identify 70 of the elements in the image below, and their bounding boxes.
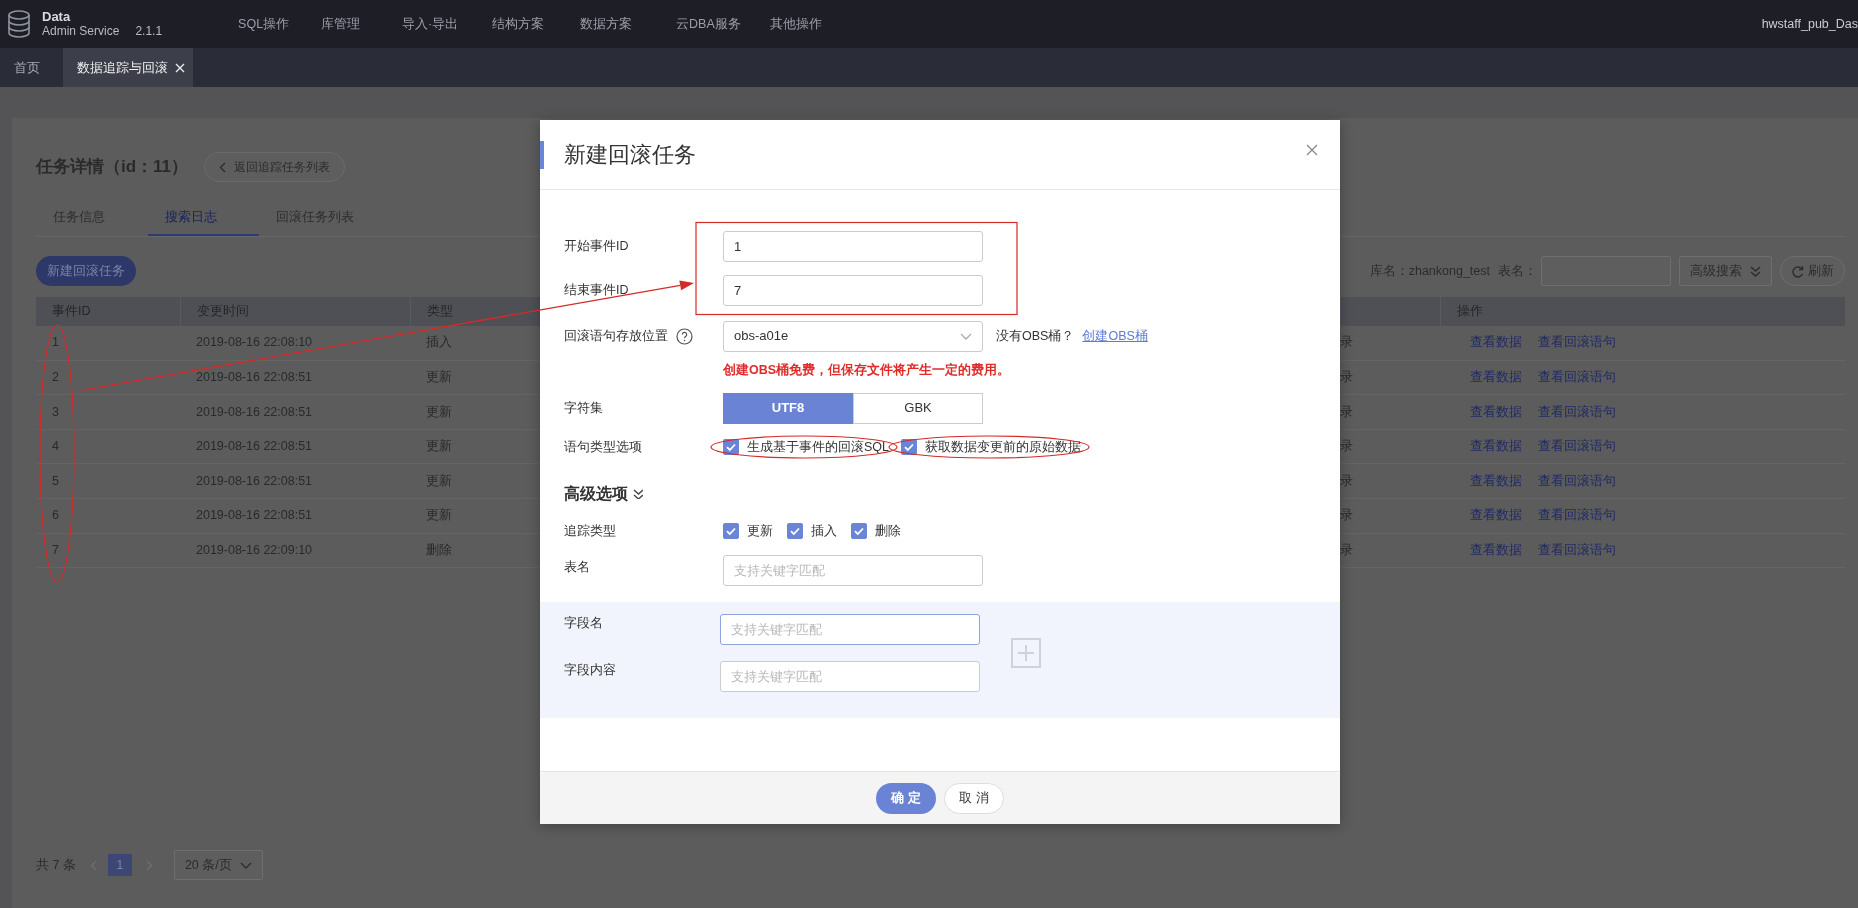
- input-field[interactable]: 支持关键字匹配: [720, 614, 980, 645]
- field-label: 表名: [564, 559, 591, 576]
- table-link[interactable]: 查看数据: [1470, 471, 1522, 491]
- hint-text: 没有OBS桶？: [996, 327, 1075, 345]
- warning-text: 创建OBS桶免费，但保存文件将产生一定的费用。: [723, 361, 1011, 379]
- table-link[interactable]: 查看数据: [1470, 333, 1522, 353]
- dialog-title: 新建回滚任务: [564, 141, 696, 169]
- table-link[interactable]: 查看回滚语句: [1538, 541, 1616, 560]
- field-label: 字符集: [564, 399, 604, 417]
- menu-item[interactable]: 数据方案: [580, 14, 677, 34]
- chevron-down-icon: [960, 332, 972, 340]
- table-link[interactable]: 查看数据: [1470, 541, 1522, 560]
- page-button[interactable]: 1: [107, 854, 132, 876]
- field-label: 回滚语句存放位置: [564, 327, 668, 345]
- help-icon[interactable]: [676, 327, 693, 345]
- tab[interactable]: 首页: [0, 48, 54, 87]
- menu-item[interactable]: 导入·导出: [402, 14, 493, 34]
- refresh-icon: [1791, 264, 1804, 278]
- version-label: 2.1.1: [135, 24, 163, 38]
- new-task-button[interactable]: 新建回滚任务: [36, 256, 136, 286]
- checkbox-label: 生成基于事件的回滚SQL: [747, 438, 889, 456]
- field-label: 字段内容: [564, 662, 617, 679]
- checkbox-label: 获取数据变更前的原始数据: [925, 438, 1081, 456]
- menu-item[interactable]: 结构方案: [492, 14, 581, 34]
- table-link[interactable]: 查看数据: [1470, 402, 1522, 422]
- menu-item[interactable]: SQL操作: [238, 14, 322, 34]
- checkbox-label: 更新: [747, 522, 773, 540]
- section-title: 高级选项: [564, 484, 628, 504]
- input-field[interactable]: 支持关键字匹配: [723, 555, 983, 586]
- menu-item[interactable]: 其他操作: [770, 14, 851, 34]
- create-bucket-link[interactable]: 创建OBS桶: [1082, 326, 1148, 346]
- accent-bar: [540, 140, 544, 169]
- field-label: 语句类型选项: [564, 438, 643, 456]
- user-name[interactable]: hwstaff_pub_Das: [1761, 14, 1858, 34]
- field-label: 开始事件ID: [564, 237, 630, 255]
- table-link[interactable]: 查看数据: [1470, 368, 1522, 387]
- table-link[interactable]: 查看数据: [1470, 506, 1522, 526]
- table-link[interactable]: 查看回滚语句: [1538, 368, 1616, 387]
- location-select[interactable]: obs-a01e: [723, 320, 983, 352]
- menu-item[interactable]: 库管理: [321, 14, 403, 34]
- segment-option[interactable]: UTF8: [723, 392, 853, 424]
- double-chevron-icon[interactable]: [633, 489, 643, 499]
- checkbox-label: 插入: [811, 522, 837, 540]
- app-subtitle: Admin Service: [42, 24, 120, 38]
- table-link[interactable]: 查看回滚语句: [1538, 333, 1616, 353]
- tab[interactable]: 搜索日志: [148, 200, 259, 236]
- table-link[interactable]: 查看回滚语句: [1538, 471, 1616, 491]
- checkbox[interactable]: [851, 523, 867, 539]
- input-field[interactable]: 7: [723, 274, 983, 306]
- table-link[interactable]: 查看回滚语句: [1538, 506, 1616, 526]
- segment-option[interactable]: GBK: [853, 392, 983, 424]
- checkbox[interactable]: [723, 523, 739, 539]
- field-label: 结束事件ID: [564, 281, 630, 299]
- cancel-button[interactable]: 取 消: [944, 782, 1004, 814]
- input-field[interactable]: 支持关键字匹配: [720, 661, 980, 692]
- field-label: 字段名: [564, 615, 604, 632]
- confirm-button[interactable]: 确 定: [876, 782, 936, 814]
- chevron-down-icon: [239, 861, 252, 869]
- input-field[interactable]: 1: [723, 230, 983, 262]
- table-link[interactable]: 查看回滚语句: [1538, 437, 1616, 456]
- app-title: Data: [42, 10, 72, 24]
- table-link[interactable]: 查看回滚语句: [1538, 402, 1616, 422]
- field-label: 追踪类型: [564, 522, 617, 540]
- chevron-left-icon: [219, 161, 227, 173]
- table-link[interactable]: 查看数据: [1470, 437, 1522, 456]
- checkbox-label: 删除: [875, 522, 901, 540]
- menu-item[interactable]: 云DBA服务: [676, 14, 771, 34]
- double-chevron-icon: [1750, 265, 1761, 277]
- tab[interactable]: 数据追踪与回滚: [63, 48, 193, 87]
- checkbox[interactable]: [787, 523, 803, 539]
